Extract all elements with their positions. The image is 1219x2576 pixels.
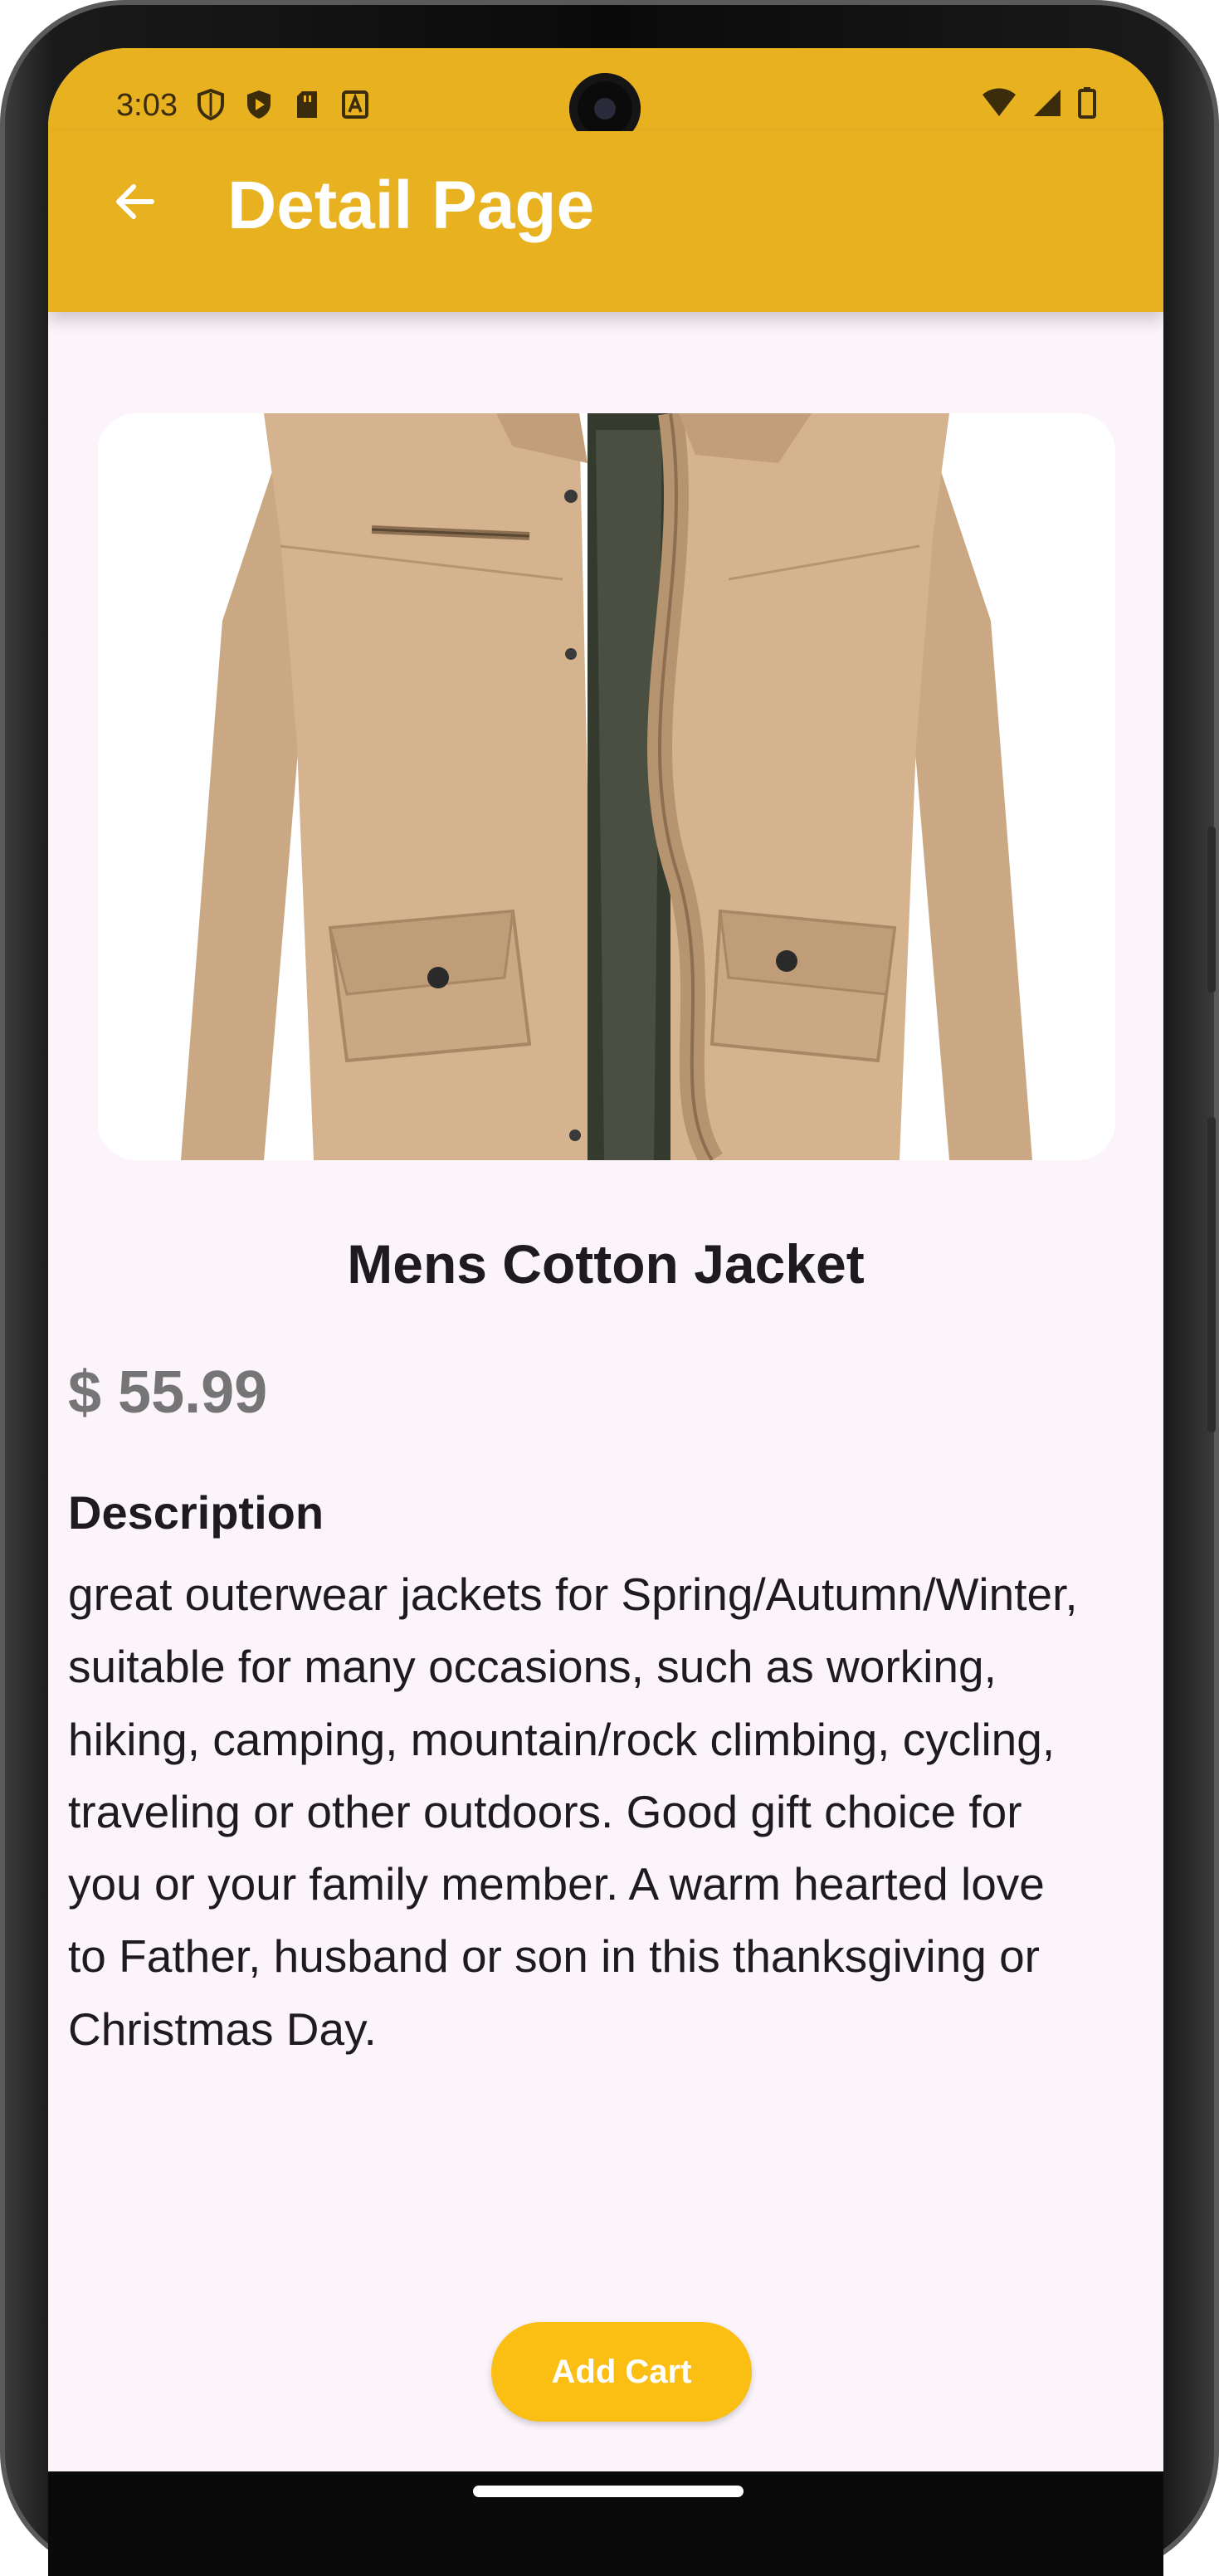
power-button	[1207, 1117, 1216, 1432]
status-right-icons	[981, 86, 1097, 124]
product-title: Mens Cotton Jacket	[347, 1233, 865, 1295]
product-price: $ 55.99	[68, 1359, 268, 1426]
volume-button	[1207, 827, 1216, 993]
font-a-icon	[340, 88, 370, 120]
product-image	[98, 413, 1115, 1160]
wifi-icon	[981, 86, 1017, 124]
home-indicator[interactable]	[473, 2486, 744, 2497]
page-title: Detail Page	[227, 168, 595, 243]
shield-icon	[196, 88, 226, 121]
screen: 3:03 Detail Page Mens Cotton Jacket $ 55…	[48, 48, 1163, 2471]
battery-icon	[1077, 86, 1097, 124]
arrow-back-icon	[116, 184, 154, 219]
add-cart-button[interactable]: Add Cart	[491, 2322, 752, 2422]
description-text: great outerwear jackets for Spring/Autum…	[68, 1569, 1078, 2055]
sd-card-icon	[292, 88, 322, 120]
status-left-icons	[196, 88, 370, 121]
back-button[interactable]	[90, 156, 181, 247]
jacket-image	[98, 413, 1115, 1160]
signal-icon	[1031, 86, 1064, 124]
app-bar	[48, 131, 1163, 312]
play-protect-icon	[244, 88, 274, 120]
status-time: 3:03	[116, 88, 178, 123]
description-heading: Description	[68, 1486, 324, 1539]
status-bar: 3:03	[48, 48, 1163, 144]
